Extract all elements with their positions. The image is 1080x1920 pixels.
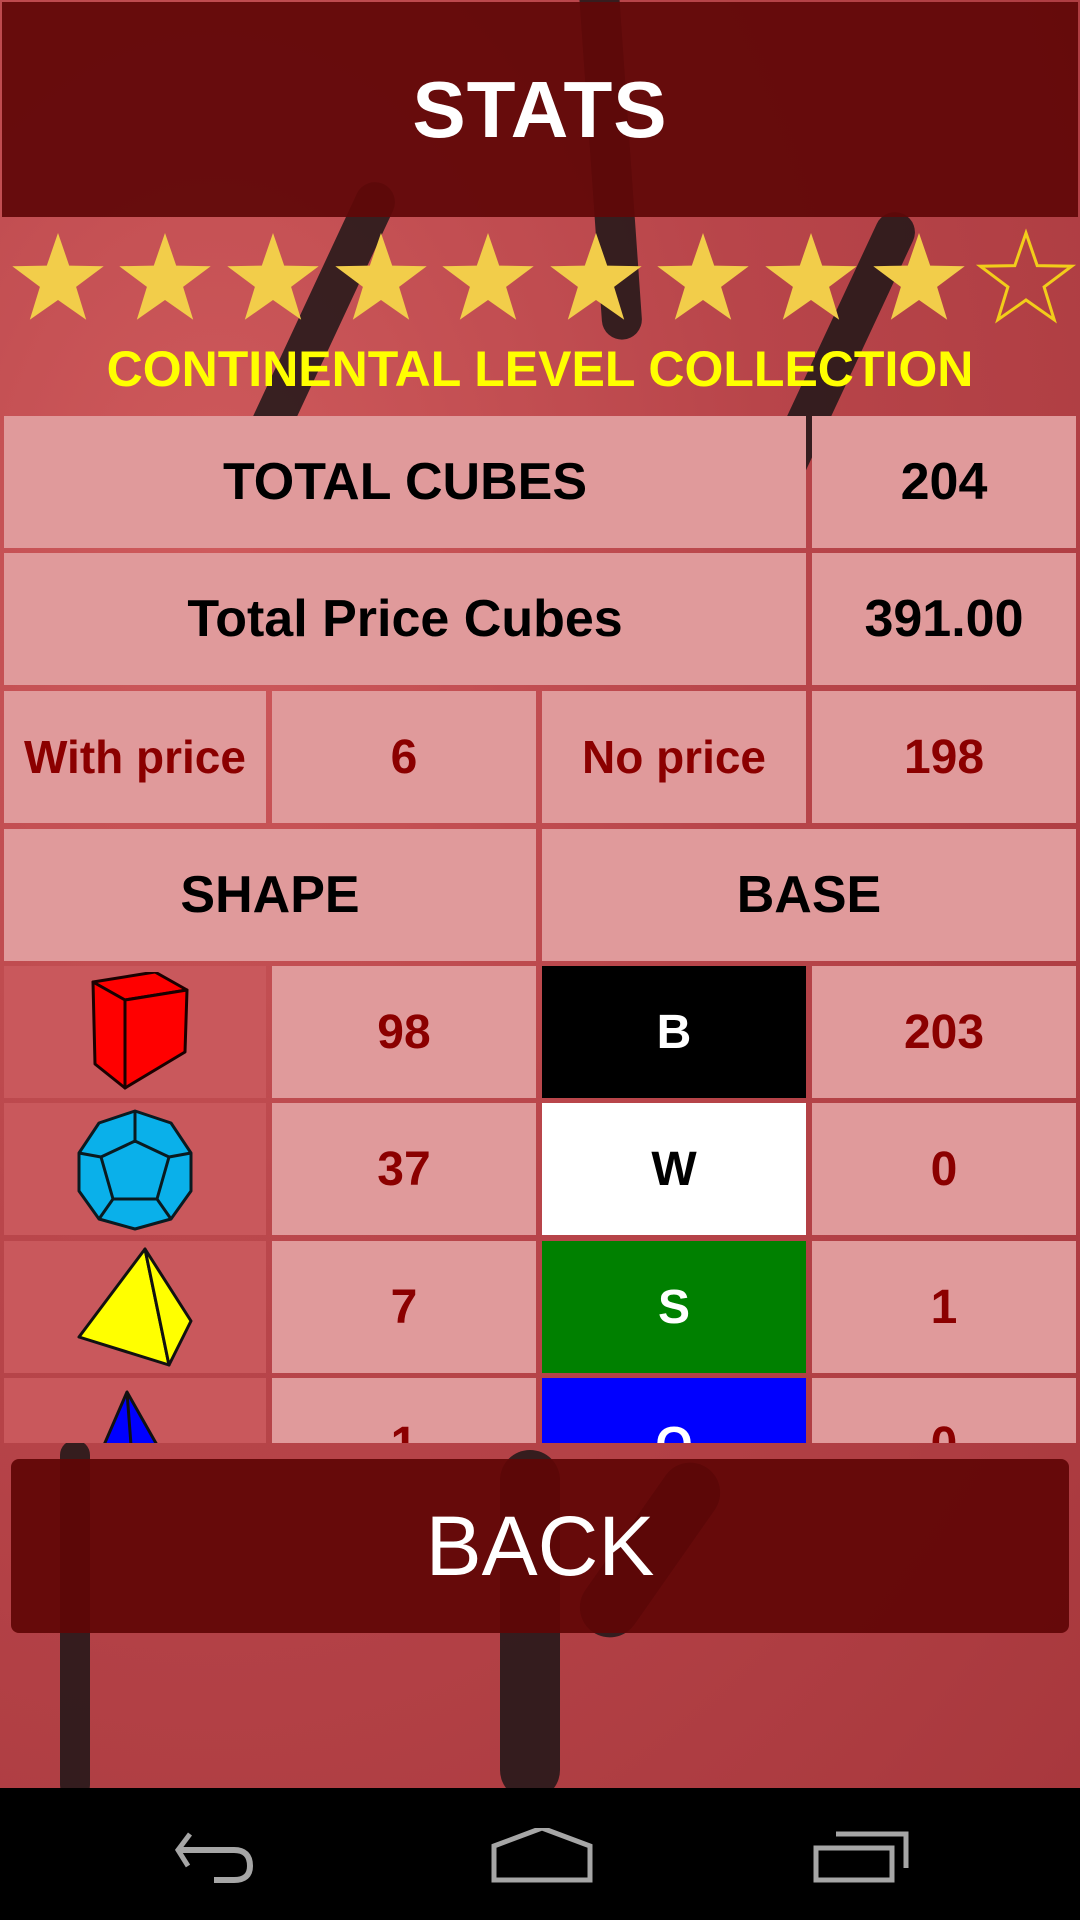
total-cubes-value: 204 <box>812 416 1076 548</box>
nav-home-button[interactable] <box>480 1825 600 1888</box>
nav-recents-icon <box>813 1831 909 1883</box>
system-navigation-bar <box>0 1788 1080 1920</box>
pyramid-icon <box>103 1390 158 1443</box>
dodecahedron-icon <box>77 1109 193 1231</box>
star-empty-icon <box>972 228 1080 328</box>
base-label: B <box>542 966 806 1098</box>
with-price-value: 6 <box>272 691 536 823</box>
tetrahedron-icon <box>77 1247 193 1367</box>
shape-count: 98 <box>272 966 536 1098</box>
shape-column-header: SHAPE <box>4 829 536 961</box>
base-label: S <box>542 1241 806 1373</box>
collection-level: CONTINENTAL LEVEL COLLECTION <box>106 341 974 397</box>
nav-recents-button[interactable] <box>810 1828 930 1888</box>
base-count: 1 <box>812 1241 1076 1373</box>
stats-table[interactable]: TOTAL CUBES 204 Total Price Cubes 391.00… <box>0 416 1080 1443</box>
total-price-label: Total Price Cubes <box>4 553 806 685</box>
total-price-value: 391.00 <box>812 553 1076 685</box>
with-price-label: With price <box>4 691 266 823</box>
shape-row-2 <box>4 1241 266 1373</box>
nav-back-button[interactable] <box>160 1828 280 1888</box>
star-filled-icon <box>219 228 327 328</box>
no-price-label: No price <box>542 691 806 823</box>
shape-count: 1 <box>272 1378 536 1443</box>
back-button[interactable]: BACK <box>11 1459 1069 1633</box>
base-count: 203 <box>812 966 1076 1098</box>
star-filled-icon <box>757 228 865 328</box>
star-filled-icon <box>4 228 112 328</box>
star-filled-icon <box>542 228 650 328</box>
star-filled-icon <box>112 228 220 328</box>
nav-back-icon <box>174 1832 254 1883</box>
nav-home-icon <box>491 1825 593 1883</box>
shape-row-1 <box>4 1103 266 1235</box>
rating-stars <box>4 228 1080 328</box>
stats-header: STATS <box>2 2 1078 217</box>
no-price-value: 198 <box>812 691 1076 823</box>
shape-row-0 <box>4 966 266 1098</box>
star-filled-icon <box>650 228 758 328</box>
shape-count: 7 <box>272 1241 536 1373</box>
star-filled-icon <box>434 228 542 328</box>
base-count: 0 <box>812 1103 1076 1235</box>
page-title: STATS <box>412 64 668 154</box>
base-count: 0 <box>812 1378 1076 1443</box>
base-label: O <box>542 1378 806 1443</box>
shape-count: 37 <box>272 1103 536 1235</box>
base-column-header: BASE <box>542 829 1076 961</box>
base-label: W <box>542 1103 806 1235</box>
cube-icon <box>91 972 189 1090</box>
star-filled-icon <box>327 228 435 328</box>
shape-row-3 <box>4 1378 266 1443</box>
total-cubes-label: TOTAL CUBES <box>4 416 806 548</box>
star-filled-icon <box>865 228 973 328</box>
